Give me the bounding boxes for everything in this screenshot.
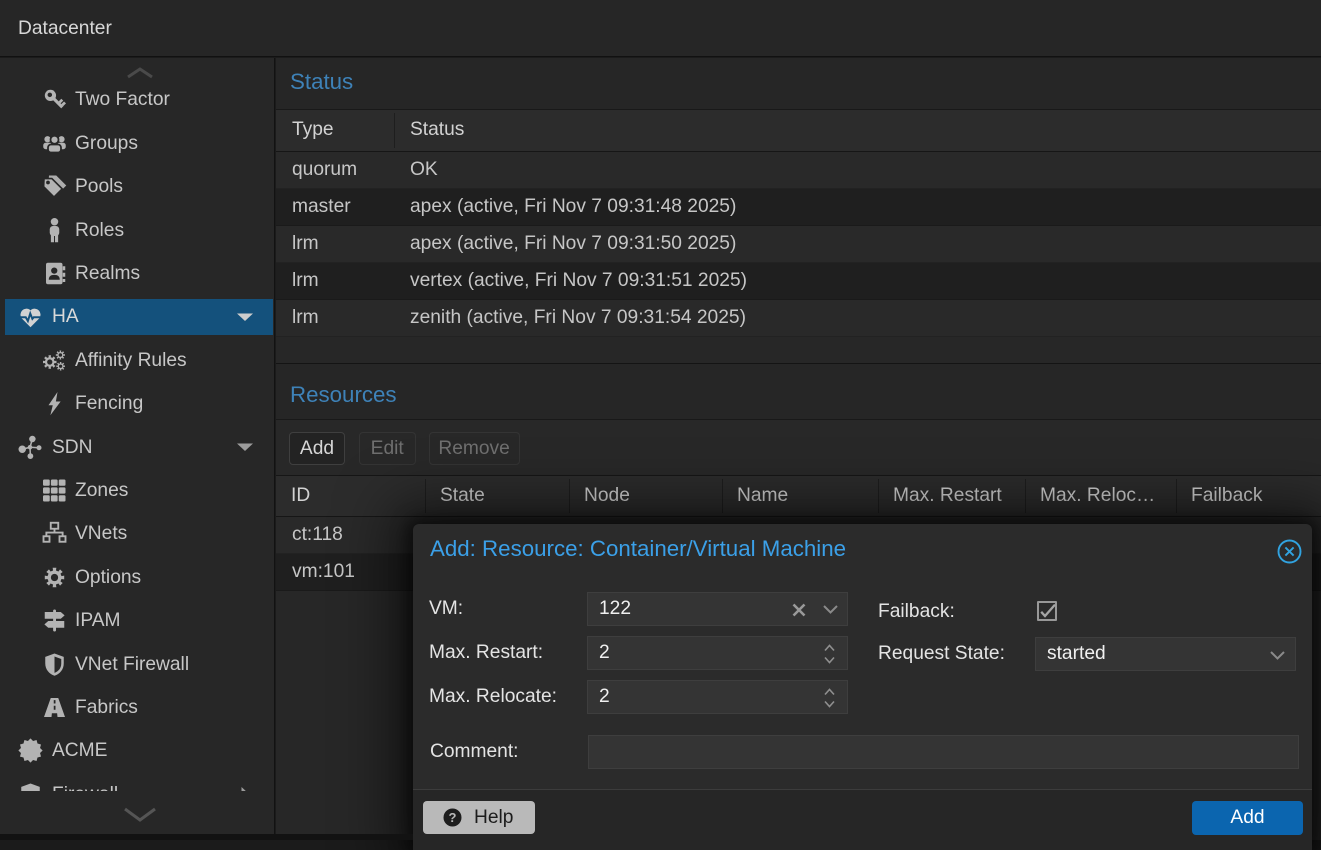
svg-text:?: ? xyxy=(449,810,457,825)
